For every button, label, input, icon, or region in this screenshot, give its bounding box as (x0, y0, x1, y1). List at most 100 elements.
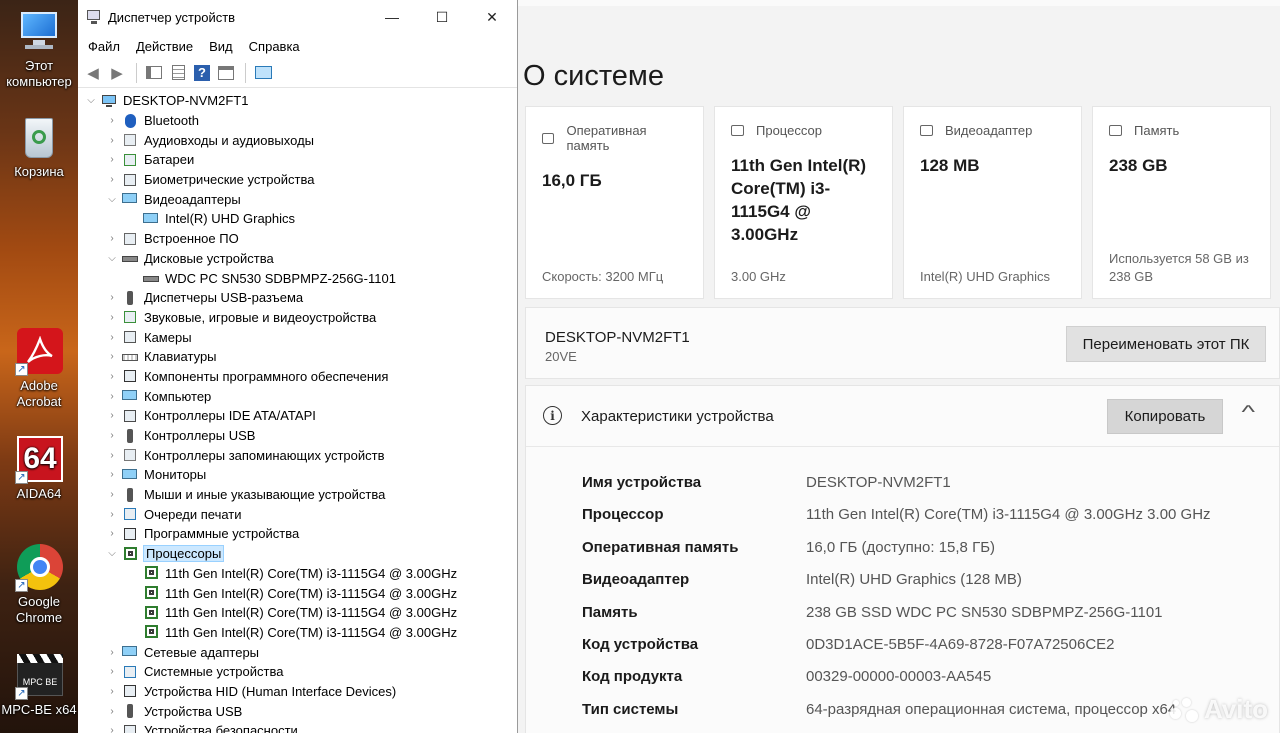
tree-category[interactable]: › Устройства HID (Human Interface Devices… (78, 682, 517, 702)
tree-category[interactable]: › Программные устройства (78, 524, 517, 544)
chevron-right-icon[interactable]: › (105, 135, 119, 146)
disk-drive-icon (143, 271, 159, 285)
menu-file[interactable]: Файл (80, 39, 128, 54)
spec-card-label: Видеоадаптер (945, 123, 1033, 138)
tree-category[interactable]: › Аудиовходы и аудиовыходы (78, 130, 517, 150)
chevron-right-icon[interactable]: › (105, 647, 119, 658)
tree-category[interactable]: ⌵ Процессоры (78, 544, 517, 564)
chevron-right-icon[interactable]: › (105, 509, 119, 520)
desktop-icon-aida64[interactable]: 64 ↗ AIDA64 (0, 436, 78, 502)
copy-button[interactable]: Копировать (1107, 399, 1223, 434)
desktop-icon-google-chrome[interactable]: ↗ Google Chrome (0, 544, 78, 626)
menu-view[interactable]: Вид (201, 39, 241, 54)
chevron-right-icon[interactable]: › (105, 410, 119, 421)
chevron-right-icon[interactable]: › (105, 351, 119, 362)
tree-category[interactable]: › Камеры (78, 327, 517, 347)
chevron-down-icon[interactable]: ⌵ (105, 548, 119, 559)
software-component-icon (122, 369, 138, 383)
tree-category[interactable]: › Звуковые, игровые и видеоустройства (78, 308, 517, 328)
chevron-right-icon[interactable]: › (105, 489, 119, 500)
chevron-right-icon[interactable]: › (105, 528, 119, 539)
tree-category[interactable]: › Сетевые адаптеры (78, 642, 517, 662)
tree-category[interactable]: › Мониторы (78, 465, 517, 485)
tree-category[interactable]: › Контроллеры IDE ATA/ATAPI (78, 406, 517, 426)
close-button[interactable]: ✕ (467, 0, 517, 34)
chevron-right-icon[interactable]: › (105, 312, 119, 323)
tree-category[interactable]: › Мыши и иные указывающие устройства (78, 485, 517, 505)
tree-category[interactable]: › Диспетчеры USB-разъема (78, 288, 517, 308)
tree-category[interactable]: › Компьютер (78, 386, 517, 406)
chevron-right-icon[interactable]: › (105, 115, 119, 126)
tree-category[interactable]: › Батареи (78, 150, 517, 170)
back-button[interactable]: ◀ (82, 62, 104, 84)
tree-category[interactable]: › Устройства USB (78, 701, 517, 721)
tree-device[interactable]: 11th Gen Intel(R) Core(TM) i3-1115G4 @ 3… (78, 564, 517, 584)
tree-device[interactable]: Intel(R) UHD Graphics (78, 209, 517, 229)
update-driver-button[interactable] (215, 62, 237, 84)
maximize-button[interactable]: ☐ (417, 0, 467, 34)
chevron-right-icon[interactable]: › (105, 706, 119, 717)
menu-action[interactable]: Действие (128, 39, 201, 54)
title-bar[interactable]: Диспетчер устройств — ☐ ✕ (78, 0, 517, 34)
tree-category[interactable]: › Контроллеры запоминающих устройств (78, 445, 517, 465)
disk-drive-icon (122, 251, 138, 265)
chevron-right-icon[interactable]: › (105, 469, 119, 480)
hid-icon (122, 684, 138, 698)
tree-item-label: 11th Gen Intel(R) Core(TM) i3-1115G4 @ 3… (165, 624, 458, 640)
tree-category[interactable]: › Очереди печати (78, 504, 517, 524)
show-hide-tree-button[interactable] (143, 62, 165, 84)
tree-category[interactable]: › Биометрические устройства (78, 170, 517, 190)
menu-help[interactable]: Справка (241, 39, 308, 54)
chevron-right-icon[interactable]: › (105, 154, 119, 165)
desktop-icon-this-pc[interactable]: Этот компьютер (0, 8, 78, 90)
chevron-right-icon[interactable]: › (105, 292, 119, 303)
help-icon: ? (194, 64, 210, 81)
chevron-right-icon[interactable]: › (105, 391, 119, 402)
minimize-button[interactable]: — (367, 0, 417, 34)
chevron-right-icon[interactable]: › (105, 371, 119, 382)
desktop-icon-recycle-bin[interactable]: Корзина (0, 114, 78, 180)
shortcut-arrow-icon: ↗ (15, 579, 28, 592)
tree-item-label: Программные устройства (144, 526, 300, 542)
desktop-icon-mpc-be[interactable]: MPC BE ↗ MPC-BE x64 (0, 652, 78, 718)
properties-button[interactable] (167, 62, 189, 84)
chevron-up-icon[interactable]: ^ (1241, 402, 1255, 423)
tree-category[interactable]: › Встроенное ПО (78, 229, 517, 249)
chevron-right-icon[interactable]: › (105, 430, 119, 441)
chevron-right-icon[interactable]: › (105, 666, 119, 677)
tree-root[interactable]: ⌵ DESKTOP-NVM2FT1 (78, 91, 517, 111)
forward-button[interactable]: ▶ (106, 62, 128, 84)
tree-category[interactable]: › Компоненты программного обеспечения (78, 367, 517, 387)
desktop-icon-adobe-acrobat[interactable]: ↗ Adobe Acrobat (0, 328, 78, 410)
spec-row: Код устройства 0D3D1ACE-5B5F-4A69-8728-F0… (582, 636, 1115, 656)
tree-device[interactable]: 11th Gen Intel(R) Core(TM) i3-1115G4 @ 3… (78, 583, 517, 603)
tree-device[interactable]: WDC PC SN530 SDBPMPZ-256G-1101 (78, 268, 517, 288)
icon-shape (122, 353, 138, 361)
chevron-right-icon[interactable]: › (105, 686, 119, 697)
chevron-right-icon[interactable]: › (105, 725, 119, 733)
tree-category[interactable]: › Клавиатуры (78, 347, 517, 367)
chevron-right-icon[interactable]: › (105, 450, 119, 461)
spec-row: Код продукта 00329-00000-00003-AA545 (582, 668, 991, 688)
tree-category[interactable]: › Контроллеры USB (78, 426, 517, 446)
tree-category[interactable]: ⌵ Дисковые устройства (78, 249, 517, 269)
chevron-right-icon[interactable]: › (105, 332, 119, 343)
help-button[interactable]: ? (191, 62, 213, 84)
chevron-right-icon[interactable]: › (105, 233, 119, 244)
tree-device[interactable]: 11th Gen Intel(R) Core(TM) i3-1115G4 @ 3… (78, 603, 517, 623)
tree-device[interactable]: 11th Gen Intel(R) Core(TM) i3-1115G4 @ 3… (78, 623, 517, 643)
scan-hardware-button[interactable] (252, 62, 274, 84)
chevron-right-icon[interactable]: › (105, 174, 119, 185)
chevron-down-icon[interactable]: ⌵ (84, 95, 98, 106)
icon-shape (143, 276, 159, 283)
device-specs-header[interactable]: i Характеристики устройства Копировать ^ (526, 386, 1279, 447)
icon-shape (145, 625, 158, 639)
tree-category[interactable]: › Устройства безопасности (78, 721, 517, 733)
tree-category[interactable]: › Системные устройства (78, 662, 517, 682)
tree-category[interactable]: ⌵ Видеоадаптеры (78, 189, 517, 209)
chevron-down-icon[interactable]: ⌵ (105, 194, 119, 205)
rename-pc-button[interactable]: Переименовать этот ПК (1066, 326, 1266, 362)
chevron-down-icon[interactable]: ⌵ (105, 253, 119, 264)
biometric-icon (122, 173, 138, 187)
tree-category[interactable]: › Bluetooth (78, 111, 517, 131)
